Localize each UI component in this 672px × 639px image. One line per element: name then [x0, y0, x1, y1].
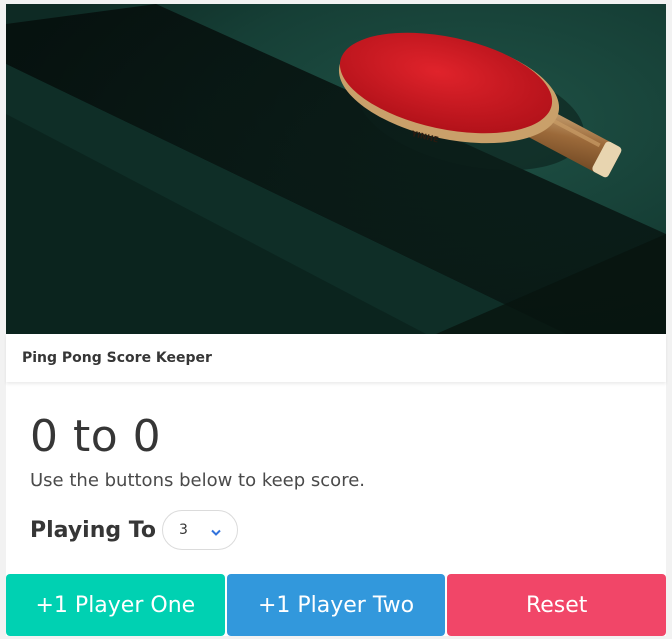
- reset-button[interactable]: Reset: [447, 574, 667, 636]
- score-keeper-card: YINHE Ping Pong Score Keeper 0 to 0 Use …: [6, 4, 667, 636]
- playing-to-row: Playing To 3: [30, 510, 238, 550]
- hero-image: YINHE: [6, 4, 666, 334]
- card-title: Ping Pong Score Keeper: [6, 334, 666, 382]
- player-two-button[interactable]: +1 Player Two: [226, 574, 446, 636]
- playing-to-label: Playing To: [30, 517, 156, 543]
- instructions-text: Use the buttons below to keep score.: [30, 470, 365, 491]
- action-buttons: +1 Player One +1 Player Two Reset: [6, 574, 667, 636]
- ping-pong-paddle-icon: YINHE: [6, 4, 666, 334]
- playing-to-select[interactable]: 3: [161, 510, 238, 550]
- playing-to-value: 3: [178, 522, 188, 538]
- player-one-button[interactable]: +1 Player One: [6, 574, 225, 636]
- score-display: 0 to 0: [30, 411, 162, 462]
- chevron-down-icon: [211, 525, 221, 541]
- score-section: 0 to 0 Use the buttons below to keep sco…: [30, 410, 630, 491]
